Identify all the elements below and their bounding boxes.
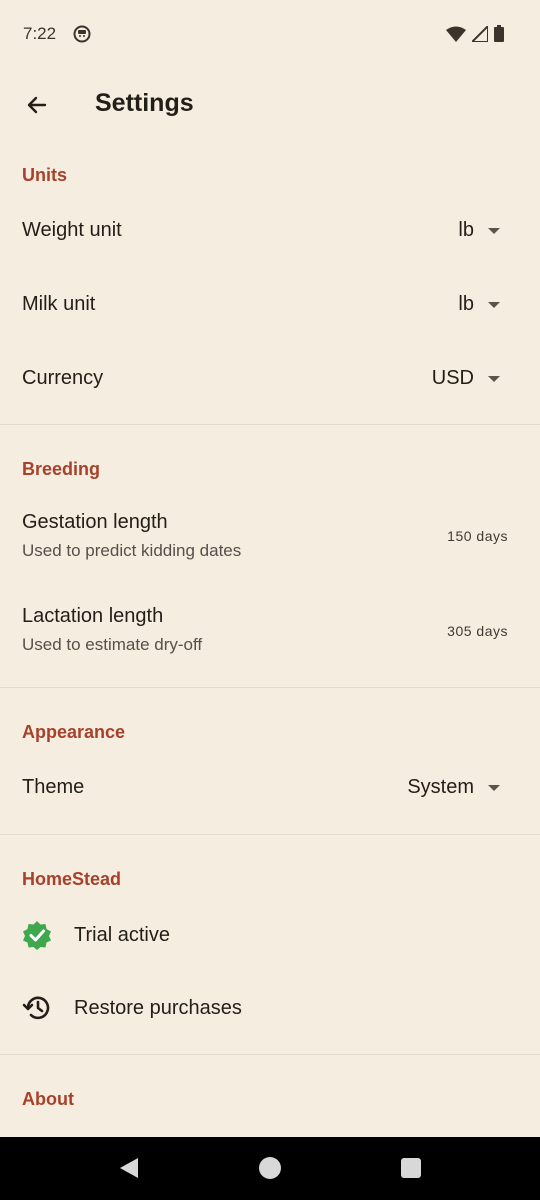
dropdown-arrow-icon	[488, 227, 500, 234]
section-header-homestead: HomeStead	[22, 869, 122, 889]
section-header-appearance: Appearance	[22, 722, 126, 742]
gestation-length-description: Used to predict kidding dates	[22, 541, 242, 560]
battery-icon	[494, 25, 504, 42]
back-button[interactable]	[18, 86, 56, 124]
weight-unit-row[interactable]: Weight unit lb	[0, 195, 540, 268]
gestation-length-row[interactable]: Gestation length Used to predict kidding…	[0, 495, 540, 585]
restore-purchases-row[interactable]: Restore purchases	[0, 972, 540, 1044]
trial-active-row[interactable]: Trial active	[0, 900, 540, 970]
theme-label: Theme	[22, 776, 85, 798]
divider	[0, 834, 540, 835]
verified-check-icon	[23, 921, 51, 950]
gestation-length-label: Gestation length	[22, 511, 168, 533]
divider	[0, 687, 540, 688]
history-icon	[22, 996, 50, 1020]
currency-value: USD	[431, 367, 474, 389]
milk-unit-row[interactable]: Milk unit lb	[0, 268, 540, 341]
nav-home-icon[interactable]	[258, 1156, 282, 1180]
milk-unit-value: lb	[458, 293, 474, 315]
weight-unit-label: Weight unit	[22, 219, 122, 241]
theme-dropdown[interactable]: System	[407, 776, 500, 799]
lactation-length-description: Used to estimate dry-off	[22, 635, 203, 654]
dropdown-arrow-icon	[488, 301, 500, 308]
lactation-length-label: Lactation length	[22, 605, 164, 627]
status-icons	[446, 25, 504, 42]
weight-unit-value: lb	[458, 219, 474, 241]
arrow-back-icon	[27, 96, 47, 114]
trial-active-label: Trial active	[74, 924, 170, 946]
dropdown-arrow-icon	[488, 784, 500, 791]
status-time: 7:22	[23, 24, 57, 43]
gestation-length-value: 150 days	[447, 528, 508, 544]
weight-unit-dropdown[interactable]: lb	[458, 219, 500, 242]
section-header-units: Units	[22, 165, 67, 185]
currency-dropdown[interactable]: USD	[432, 367, 500, 390]
top-app-bar: Settings	[0, 70, 540, 140]
currency-label: Currency	[22, 367, 104, 389]
wifi-icon	[446, 26, 466, 42]
section-header-about: About	[22, 1089, 74, 1109]
nav-back-icon[interactable]	[118, 1156, 140, 1180]
theme-row[interactable]: Theme System	[0, 752, 540, 825]
signal-icon	[472, 25, 488, 42]
divider	[0, 424, 540, 425]
currency-row[interactable]: Currency USD	[0, 341, 540, 414]
system-navigation-bar	[0, 1137, 540, 1200]
theme-value: System	[407, 776, 474, 798]
divider	[0, 1054, 540, 1055]
dropdown-arrow-icon	[488, 375, 500, 382]
restore-purchases-label: Restore purchases	[74, 997, 242, 1019]
lactation-length-row[interactable]: Lactation length Used to estimate dry-of…	[0, 590, 540, 680]
lactation-length-value: 305 days	[447, 623, 508, 639]
notification-face-icon	[73, 25, 91, 43]
page-title: Settings	[95, 89, 194, 117]
milk-unit-label: Milk unit	[22, 293, 96, 315]
section-header-breeding: Breeding	[22, 459, 101, 479]
milk-unit-dropdown[interactable]: lb	[458, 293, 500, 316]
nav-recents-icon[interactable]	[400, 1156, 422, 1180]
status-bar: 7:22	[0, 0, 540, 70]
